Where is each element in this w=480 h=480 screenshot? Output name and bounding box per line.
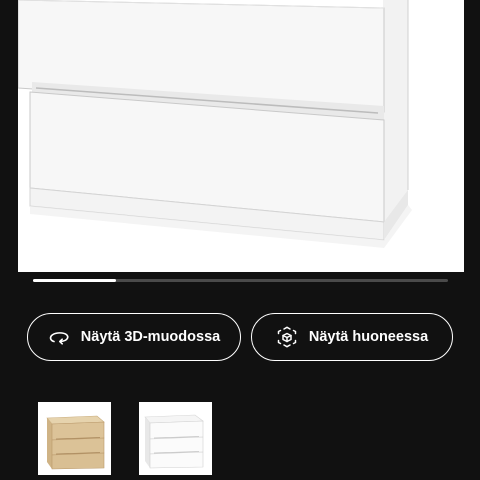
product-image[interactable] bbox=[18, 0, 464, 272]
view-in-room-label: Näytä huoneessa bbox=[308, 329, 429, 345]
view-in-room-button[interactable]: Näytä huoneessa bbox=[251, 313, 453, 361]
variant-thumbnail-white[interactable] bbox=[139, 402, 212, 475]
variant-thumbnail-oak[interactable] bbox=[38, 402, 111, 475]
white-dresser-image bbox=[144, 414, 204, 469]
rotate-3d-icon bbox=[48, 326, 70, 348]
view-3d-button[interactable]: Näytä 3D-muodossa bbox=[27, 313, 241, 361]
chest-of-drawers-illustration bbox=[18, 0, 412, 248]
augmented-reality-icon bbox=[276, 326, 298, 348]
image-carousel-progress bbox=[33, 279, 448, 282]
oak-dresser-image bbox=[46, 415, 105, 470]
carousel-progress-fill bbox=[33, 279, 116, 282]
view-3d-label: Näytä 3D-muodossa bbox=[80, 329, 221, 345]
